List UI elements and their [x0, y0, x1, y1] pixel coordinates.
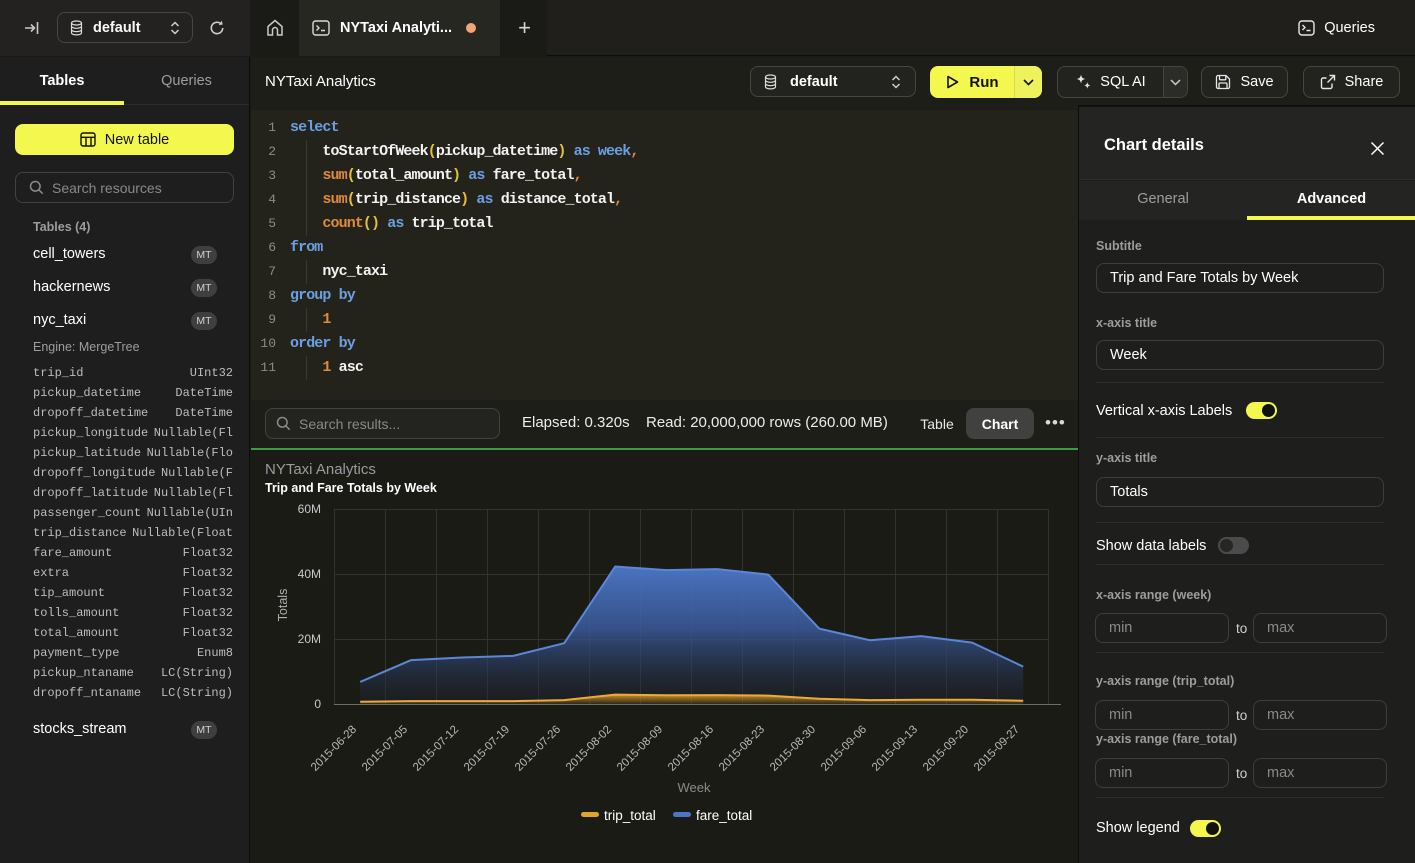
- svg-text:2015-08-16: 2015-08-16: [666, 724, 716, 774]
- svg-text:2015-07-19: 2015-07-19: [462, 724, 512, 774]
- svg-text:2015-09-27: 2015-09-27: [972, 724, 1022, 774]
- svg-text:2015-08-02: 2015-08-02: [564, 724, 614, 774]
- svg-text:2015-09-06: 2015-09-06: [819, 724, 869, 774]
- svg-text:NYTaxi Analytics: NYTaxi Analytics: [265, 461, 376, 478]
- svg-text:20M: 20M: [298, 632, 321, 646]
- svg-text:Week: Week: [678, 780, 711, 795]
- svg-text:2015-09-13: 2015-09-13: [870, 724, 920, 774]
- svg-text:2015-08-30: 2015-08-30: [768, 724, 818, 774]
- svg-text:0: 0: [314, 697, 321, 711]
- svg-text:2015-08-09: 2015-08-09: [615, 724, 665, 774]
- svg-text:2015-07-26: 2015-07-26: [513, 724, 563, 774]
- svg-text:2015-07-12: 2015-07-12: [411, 724, 461, 774]
- svg-text:40M: 40M: [298, 567, 321, 581]
- svg-text:Trip and Fare Totals by Week: Trip and Fare Totals by Week: [265, 481, 437, 495]
- svg-text:2015-09-20: 2015-09-20: [921, 724, 971, 774]
- svg-text:2015-06-28: 2015-06-28: [309, 724, 359, 774]
- svg-text:60M: 60M: [298, 502, 321, 516]
- svg-text:2015-07-05: 2015-07-05: [360, 724, 410, 774]
- svg-text:trip_total: trip_total: [604, 808, 656, 823]
- svg-text:fare_total: fare_total: [696, 808, 752, 823]
- svg-text:2015-08-23: 2015-08-23: [717, 724, 767, 774]
- svg-text:Totals: Totals: [276, 589, 290, 622]
